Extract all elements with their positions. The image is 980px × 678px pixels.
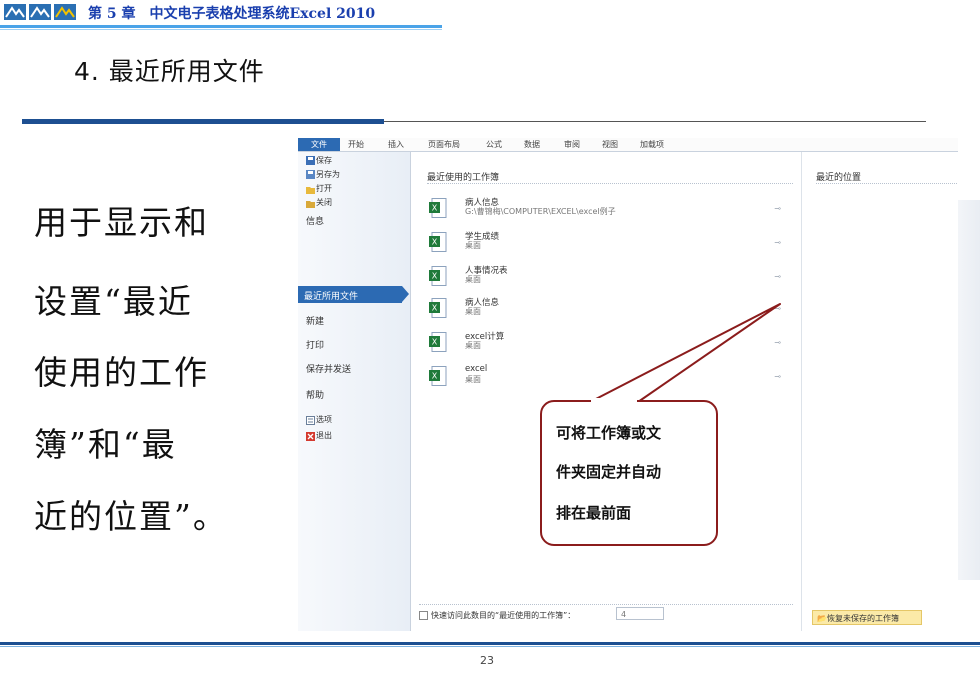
svg-text:X: X	[432, 338, 438, 347]
quick-access-checkbox[interactable]	[419, 611, 428, 620]
callout-pointer-gap	[591, 398, 637, 404]
header-divider-thin	[0, 29, 442, 30]
nav-info[interactable]: 信息	[306, 214, 324, 227]
excel-file-icon: X	[429, 232, 447, 252]
callout-text-line: 件夹固定并自动	[556, 463, 662, 481]
svg-text:X: X	[432, 238, 438, 247]
pin-icon[interactable]: ⊸	[774, 272, 781, 281]
exit-icon	[306, 432, 315, 441]
tab-page-layout[interactable]: 页面布局	[428, 138, 460, 151]
nav-exit[interactable]: 退出	[316, 430, 332, 441]
section-divider	[427, 183, 793, 185]
restore-label: 恢复未保存的工作簿	[826, 614, 899, 623]
file-path: 桌面	[465, 375, 481, 384]
save-as-icon	[306, 170, 315, 179]
tab-review[interactable]: 审阅	[564, 138, 580, 151]
tab-addins[interactable]: 加载项	[640, 138, 664, 151]
options-icon	[306, 416, 315, 425]
recent-file-item[interactable]: X 人事情况表 桌面 ⊸	[429, 264, 789, 296]
excel-file-icon: X	[429, 198, 447, 218]
open-folder-icon	[306, 187, 315, 194]
description-line: 使用的工作	[34, 353, 209, 392]
backstage-nav: 保存 另存为 打开 关闭 信息 最近所用文件 新建 打印 保存并发送 帮助 选项…	[298, 152, 411, 631]
nav-open[interactable]: 打开	[316, 183, 332, 194]
chapter-header: 第 5 章 中文电子表格处理系统Excel 2010	[88, 6, 376, 22]
folder-icon: 📂	[817, 614, 827, 623]
callout-text-line: 可将工作簿或文	[556, 424, 662, 442]
nav-print[interactable]: 打印	[306, 338, 324, 351]
ribbon-tabs: 文件 开始 插入 页面布局 公式 数据 审阅 视图 加载项	[298, 138, 958, 152]
recent-file-item[interactable]: X 病人信息 G:\曹锦梅\COMPUTER\EXCEL\excel例子 ⊸	[429, 196, 789, 228]
title-underline-bar	[22, 119, 384, 124]
nav-save-as[interactable]: 另存为	[316, 169, 340, 180]
pin-icon[interactable]: ⊸	[774, 204, 781, 213]
title-underline-rule	[384, 121, 926, 122]
file-path: 桌面	[465, 341, 481, 350]
slide-title: 4. 最近所用文件	[74, 57, 265, 86]
section-divider	[816, 183, 958, 185]
file-path: 桌面	[465, 275, 481, 284]
header-icons	[4, 4, 76, 20]
svg-text:X: X	[432, 372, 438, 381]
excel-file-icon: X	[429, 332, 447, 352]
nav-selected-arrow	[402, 286, 409, 302]
svg-text:X: X	[432, 204, 438, 213]
file-name: excel	[465, 364, 488, 374]
close-folder-icon	[306, 201, 315, 208]
recent-places-heading: 最近的位置	[816, 173, 862, 183]
description-line: 近的位置”。	[34, 497, 228, 536]
callout-text-line: 排在最前面	[556, 504, 632, 522]
excel-file-icon: X	[429, 366, 447, 386]
mountain-icon	[4, 4, 26, 20]
recent-places-panel: 最近的位置	[801, 152, 958, 631]
mountain-icon	[29, 4, 51, 20]
recent-workbooks-heading: 最近使用的工作簿	[427, 173, 500, 183]
nav-help[interactable]: 帮助	[306, 388, 324, 401]
svg-text:X: X	[432, 272, 438, 281]
description-line: 设置“最近	[34, 282, 193, 321]
nav-recent-files[interactable]: 最近所用文件	[298, 286, 402, 303]
nav-options[interactable]: 选项	[316, 414, 332, 425]
section-divider	[419, 604, 793, 606]
nav-save[interactable]: 保存	[316, 155, 332, 166]
recent-file-item[interactable]: X 学生成绩 桌面 ⊸	[429, 230, 789, 262]
page-number: 23	[480, 654, 494, 667]
footer-divider	[0, 642, 980, 645]
nav-recent-label: 最近所用文件	[304, 292, 359, 302]
quick-access-count-stepper[interactable]: 4	[616, 607, 664, 620]
excel-file-icon: X	[429, 298, 447, 318]
tab-home[interactable]: 开始	[348, 138, 364, 151]
restore-unsaved-workbooks-button[interactable]: 📂恢复未保存的工作簿	[812, 610, 922, 625]
tab-view[interactable]: 视图	[602, 138, 618, 151]
file-path: 桌面	[465, 241, 481, 250]
description-line: 用于显示和	[34, 203, 209, 242]
tab-data[interactable]: 数据	[524, 138, 540, 151]
mountain-icon	[54, 4, 76, 20]
pin-icon[interactable]: ⊸	[774, 238, 781, 247]
description-line: 簿”和“最	[34, 425, 177, 464]
tab-file[interactable]: 文件	[298, 138, 340, 151]
nav-save-send[interactable]: 保存并发送	[306, 362, 351, 375]
file-path: 桌面	[465, 307, 481, 316]
excel-file-icon: X	[429, 266, 447, 286]
save-icon	[306, 156, 315, 165]
callout-pointer	[589, 303, 781, 403]
tab-insert[interactable]: 插入	[388, 138, 404, 151]
nav-new[interactable]: 新建	[306, 314, 324, 327]
header-divider	[0, 25, 442, 28]
svg-text:X: X	[432, 304, 438, 313]
quick-access-label: 快速访问此数目的“最近使用的工作簿”：	[431, 611, 576, 620]
tab-formulas[interactable]: 公式	[486, 138, 502, 151]
footer-divider-thin	[0, 646, 980, 647]
nav-close[interactable]: 关闭	[316, 197, 332, 208]
file-path: G:\曹锦梅\COMPUTER\EXCEL\excel例子	[465, 207, 616, 216]
